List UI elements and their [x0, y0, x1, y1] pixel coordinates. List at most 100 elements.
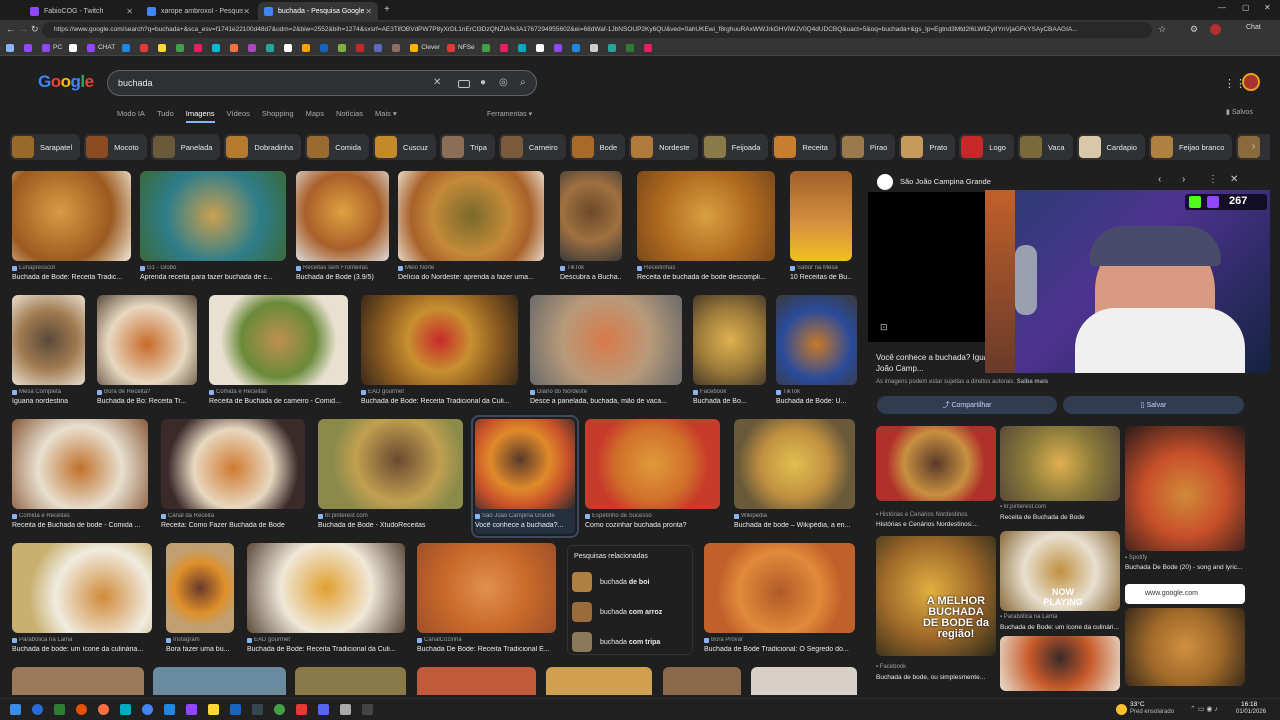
app-icon[interactable]	[120, 704, 131, 715]
chip-feijao-branco[interactable]: Feijao branco	[1148, 134, 1233, 160]
chip-feijoada[interactable]: Feijoada	[701, 134, 769, 160]
chip-mocoto[interactable]: Mocoto	[84, 134, 147, 160]
twitch-icon[interactable]	[186, 704, 197, 715]
image-result[interactable]: TikTok Buchada de Bode: U...	[776, 295, 857, 408]
maximize-icon[interactable]: ▢	[1242, 3, 1250, 12]
bookmark-item[interactable]	[374, 43, 385, 52]
nav-more[interactable]: Mais ▾	[375, 109, 397, 123]
bookmark-item[interactable]	[392, 43, 403, 52]
nav-images[interactable]: Imagens	[185, 109, 215, 123]
back-icon[interactable]: ←	[6, 24, 15, 34]
bookmark-item[interactable]	[302, 43, 313, 52]
image-result[interactable]: Wikipedia Buchada de bode – Wikipédia, a…	[734, 419, 855, 532]
chip-cuscuz[interactable]: Cuscuz	[373, 134, 437, 160]
related-image[interactable]	[1125, 608, 1245, 686]
result-title[interactable]: Buchada de bode, ou simplesmente...	[876, 674, 985, 681]
chip-carneiro[interactable]: Carneiro	[498, 134, 566, 160]
result-image[interactable]	[546, 667, 652, 695]
app-icon[interactable]	[362, 704, 373, 715]
image-result[interactable]: EAD gourmet Buchada de Bode: Receita Tra…	[361, 295, 518, 408]
result-image[interactable]	[751, 667, 857, 695]
keyboard-icon[interactable]	[458, 80, 470, 88]
bookmark-nfse[interactable]: NFSe	[447, 43, 475, 52]
chevron-right-icon[interactable]: ›	[1252, 141, 1255, 152]
save-button[interactable]: ▯ Salvar	[1063, 396, 1244, 414]
bookmark-item[interactable]	[284, 43, 295, 52]
more-options-icon[interactable]: ⋮	[1208, 174, 1218, 185]
promo-image[interactable]: A MELHOR BUCHADA DE BODE da região!	[876, 536, 996, 656]
forward-icon[interactable]: →	[19, 24, 28, 34]
edge-icon[interactable]	[32, 704, 43, 715]
xbox-icon[interactable]	[274, 704, 285, 715]
search-icon[interactable]: ⌕	[520, 77, 526, 88]
result-image[interactable]	[295, 667, 406, 695]
panel-source[interactable]: São João Campina Grande	[900, 177, 991, 186]
chip-receita[interactable]: Receita	[772, 134, 836, 160]
result-title[interactable]: Buchada de Bode: um ícone da culinári...	[1000, 624, 1120, 631]
result-title[interactable]: Buchada De Bode (20) - song and lyric...	[1125, 564, 1242, 571]
close-tab-icon[interactable]: ✕	[365, 7, 372, 16]
nav-videos[interactable]: Vídeos	[227, 109, 250, 123]
image-result[interactable]: Bora de Receita? Buchada de Bo: Receita …	[97, 295, 197, 408]
app-icon[interactable]	[296, 704, 307, 715]
brave-icon[interactable]	[76, 704, 87, 715]
chip-comida[interactable]: Comida	[305, 134, 370, 160]
image-result[interactable]: CanalCozinha Buchada De Bode: Receita Tr…	[417, 543, 556, 656]
nav-shopping[interactable]: Shopping	[262, 109, 294, 123]
bookmark-item[interactable]	[643, 43, 655, 52]
image-result[interactable]: Facebook Buchada de Bo...	[693, 295, 766, 408]
clock-time[interactable]: 16:18	[1241, 701, 1257, 708]
tab-xarope[interactable]: xarope ambroxol - Pesquisa Google✕	[141, 2, 256, 20]
lens-icon[interactable]: ◎	[499, 77, 508, 88]
chevron-left-icon[interactable]: ‹	[1158, 174, 1161, 185]
bookmark-item[interactable]	[481, 43, 493, 52]
result-title[interactable]: Histórias e Cenários Nordestinos:...	[876, 521, 978, 528]
bookmark-item[interactable]	[589, 43, 601, 52]
reload-icon[interactable]: ↻	[31, 24, 39, 35]
app-icon[interactable]	[164, 704, 175, 715]
google-logo[interactable]: Google	[38, 72, 94, 92]
bookmark-pc[interactable]: PC	[42, 43, 62, 52]
nav-news[interactable]: Notícias	[336, 109, 363, 123]
tools-button[interactable]: Ferramentas ▾	[487, 110, 532, 118]
image-result[interactable]: Sabor na Mesa 10 Receitas de Bu...	[790, 171, 852, 284]
search-input[interactable]: buchada	[118, 78, 153, 88]
bookmark-item[interactable]	[140, 43, 151, 52]
chip-tripa[interactable]: Tripa	[440, 134, 495, 160]
bookmark-item[interactable]	[248, 43, 259, 52]
related-image[interactable]: NOW PLAYING	[1000, 531, 1120, 611]
extension-icon[interactable]: ⚙	[1190, 24, 1198, 35]
folder-icon[interactable]	[208, 704, 219, 715]
related-item[interactable]: buchada com tripa	[572, 631, 660, 653]
bookmark-item[interactable]	[338, 43, 349, 52]
lens-icon[interactable]: ⊡	[880, 322, 888, 333]
image-result[interactable]: Parabólica na Lama Buchada de bode: um í…	[12, 543, 152, 656]
bookmark-item[interactable]	[69, 43, 80, 52]
image-result[interactable]: br.pinterest.com Buchada de Bode - Xtudo…	[318, 419, 463, 532]
chat-button[interactable]: Chat	[1246, 24, 1261, 31]
chip-vaca[interactable]: Vaca	[1017, 134, 1073, 160]
result-image[interactable]	[663, 667, 741, 695]
star-icon[interactable]: ☆	[1158, 24, 1166, 35]
bookmark-item[interactable]	[122, 43, 133, 52]
clear-icon[interactable]: ✕	[433, 77, 441, 88]
image-result[interactable]: EAD gourmet Buchada de Bode: Receita Tra…	[247, 543, 405, 656]
image-result[interactable]: TikTok Descubra a Bucha...	[560, 171, 622, 284]
minimize-icon[interactable]: —	[1218, 3, 1226, 12]
discord-icon[interactable]	[318, 704, 329, 715]
account-avatar[interactable]	[1242, 73, 1260, 91]
chip-bode[interactable]: Bode	[569, 134, 626, 160]
image-result[interactable]: Receitas sem Fronteiras Buchada de Bode …	[296, 171, 389, 284]
bookmark-clever[interactable]: Clever	[410, 43, 440, 52]
chip-nordeste[interactable]: Nordeste	[629, 134, 698, 160]
bookmark-item[interactable]	[356, 43, 367, 52]
related-image[interactable]	[1000, 426, 1120, 501]
saved-button[interactable]: ▮ Salvos	[1226, 108, 1253, 116]
tray-icons[interactable]: ⌃ ▭ ◉ ♪	[1190, 705, 1218, 713]
image-result[interactable]: Canal da Receita Receita: Como Fazer Buc…	[161, 419, 305, 532]
bookmark-item[interactable]	[212, 43, 223, 52]
chip-prato[interactable]: Prato	[899, 134, 956, 160]
new-tab-icon[interactable]: +	[384, 4, 390, 15]
result-image[interactable]	[417, 667, 536, 695]
chip-cardapio[interactable]: Cardapio	[1076, 134, 1145, 160]
